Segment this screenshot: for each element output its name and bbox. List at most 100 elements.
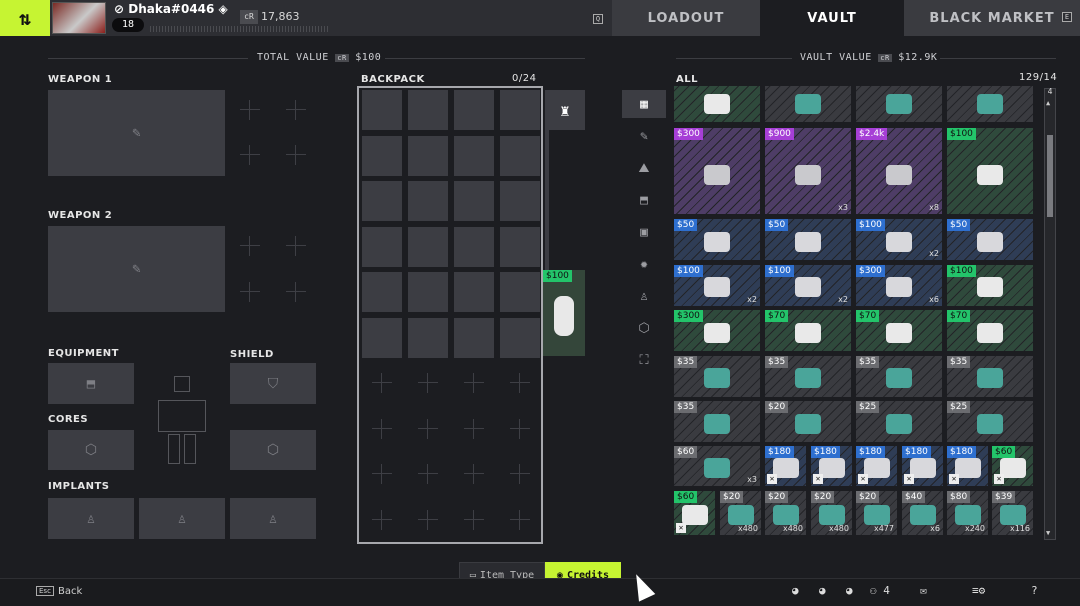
avatar[interactable] — [52, 2, 106, 34]
backpack-cell[interactable] — [362, 317, 402, 358]
attachment-slot[interactable] — [240, 236, 260, 256]
tab-black-market[interactable]: BLACK MARKET — [904, 0, 1080, 36]
category-consumables[interactable]: ▣ — [622, 218, 666, 246]
scroll-down-icon[interactable]: ▼ — [1046, 529, 1050, 537]
vault-item[interactable]: $39 x116 — [992, 491, 1033, 535]
vault-item[interactable]: $900 x3 — [765, 128, 851, 214]
vault-item[interactable]: $70 — [947, 310, 1033, 351]
backpack-cell[interactable] — [362, 181, 402, 221]
attachment-slot[interactable] — [240, 145, 260, 165]
backpack-grid[interactable] — [357, 86, 543, 544]
vault-item[interactable]: $20 x480 — [765, 491, 806, 535]
backpack-locked-cell[interactable] — [418, 373, 438, 393]
backpack-locked-cell[interactable] — [464, 509, 484, 530]
backpack-locked-cell[interactable] — [464, 418, 484, 439]
backpack-cell[interactable] — [454, 135, 494, 176]
backpack-cell[interactable] — [408, 272, 448, 312]
vault-item[interactable]: $35 — [674, 401, 760, 442]
backpack-locked-cell[interactable] — [418, 418, 438, 439]
backpack-locked-cell[interactable] — [510, 418, 530, 439]
category-valuables[interactable]: ✹ — [622, 250, 666, 278]
backpack-locked-cell[interactable] — [372, 373, 392, 393]
vault-item[interactable]: $40 x6 — [902, 491, 943, 535]
category-weapons[interactable]: ✎ — [622, 122, 666, 150]
backpack-cell[interactable] — [454, 272, 494, 312]
backpack-cell[interactable] — [454, 90, 494, 130]
attachment-slot[interactable] — [286, 282, 306, 302]
backpack-cell[interactable] — [500, 272, 540, 312]
vault-item[interactable]: $70 — [765, 310, 851, 351]
backpack-cell[interactable] — [362, 135, 402, 176]
vault-item[interactable]: $20 — [765, 401, 851, 442]
backpack-locked-cell[interactable] — [372, 464, 392, 484]
squad-icon[interactable]: ⚇ 4 — [870, 584, 890, 597]
vault-item[interactable] — [674, 86, 760, 122]
core-slot-2[interactable]: ⬡ — [230, 430, 316, 470]
vault-item[interactable]: $100 x2 — [856, 219, 942, 260]
category-implants[interactable]: ♙ — [622, 282, 666, 310]
equipment-slot[interactable]: ⬒ — [48, 363, 134, 404]
implant-slot-3[interactable]: ♙ — [230, 498, 316, 539]
backpack-cell[interactable] — [408, 135, 448, 176]
weapon2-slot[interactable]: ✎ — [48, 226, 225, 312]
tab-vault[interactable]: VAULT — [760, 0, 904, 36]
squad-member-icon[interactable]: ◕ — [819, 584, 826, 597]
backpack-cell[interactable] — [454, 181, 494, 221]
backpack-cell[interactable] — [500, 181, 540, 221]
vault-item[interactable]: $35 — [856, 355, 942, 397]
vault-item[interactable]: $60 x3 — [674, 446, 760, 486]
backpack-cell[interactable] — [500, 135, 540, 176]
vault-item[interactable]: $180 ✕ — [856, 446, 897, 486]
vault-item[interactable]: $25 — [856, 401, 942, 442]
back-button[interactable]: Back — [58, 586, 82, 597]
vault-item[interactable]: $20 x477 — [856, 491, 897, 535]
vault-item[interactable] — [765, 86, 851, 122]
backpack-cell[interactable] — [362, 226, 402, 267]
vault-item[interactable]: $180 ✕ — [811, 446, 852, 486]
vault-item[interactable] — [856, 86, 942, 122]
backpack-locked-cell[interactable] — [510, 464, 530, 484]
vault-item[interactable]: $180 ✕ — [902, 446, 943, 486]
category-all[interactable]: ▦ — [622, 90, 666, 118]
attachment-slot[interactable] — [286, 236, 306, 256]
vault-item[interactable]: $60 ✕ — [992, 446, 1033, 486]
backpack-locked-cell[interactable] — [372, 418, 392, 439]
category-cosmetics[interactable]: ⛶ — [622, 346, 666, 374]
shield-slot[interactable]: ⛉ — [230, 363, 316, 404]
vault-item[interactable]: $35 — [674, 355, 760, 397]
vault-item[interactable]: $100 — [947, 264, 1033, 306]
squad-member-icon[interactable]: ◕ — [846, 584, 853, 597]
category-equipment[interactable]: ⬒ — [622, 186, 666, 214]
backpack-cell[interactable] — [362, 90, 402, 130]
vault-item[interactable]: $60 ✕ — [674, 491, 715, 535]
vault-item[interactable]: $100 x2 — [674, 264, 760, 306]
vault-item[interactable]: $300 — [674, 310, 760, 351]
vault-item[interactable]: $70 — [856, 310, 942, 351]
vault-item[interactable]: $35 — [947, 355, 1033, 397]
vault-item[interactable]: $50 — [674, 219, 760, 260]
armor-slot[interactable]: ♜ — [545, 90, 585, 130]
implant-slot-1[interactable]: ♙ — [48, 498, 134, 539]
vault-item[interactable]: $35 — [765, 355, 851, 397]
scroll-thumb[interactable] — [1047, 135, 1053, 217]
vault-item[interactable]: $50 — [947, 219, 1033, 260]
vault-item[interactable]: $300 x6 — [856, 264, 942, 306]
vault-item[interactable]: $100 x2 — [765, 264, 851, 306]
vault-item[interactable]: $20 x480 — [811, 491, 852, 535]
vault-item[interactable]: $25 — [947, 401, 1033, 442]
help-icon[interactable]: ? — [1031, 584, 1038, 597]
squad-member-icon[interactable]: ◕ — [792, 584, 799, 597]
backpack-cell[interactable] — [500, 226, 540, 267]
vault-grid[interactable]: $300 $900 x3 $2.4k x8 $100 $50 $50 $100 x2 $50 $100… — [674, 86, 1038, 542]
backpack-locked-cell[interactable] — [372, 509, 392, 530]
vault-item[interactable]: $20 x480 — [720, 491, 761, 535]
vault-item[interactable]: $180 ✕ — [947, 446, 988, 486]
vault-item[interactable]: $300 — [674, 128, 760, 214]
backpack-cell[interactable] — [408, 181, 448, 221]
backpack-cell[interactable] — [362, 272, 402, 312]
runner-shell-slot[interactable]: $100 — [543, 270, 585, 356]
swap-icon[interactable]: ⇅ — [0, 0, 50, 36]
attachment-slot[interactable] — [286, 145, 306, 165]
backpack-cell[interactable] — [454, 317, 494, 358]
implant-slot-2[interactable]: ♙ — [139, 498, 225, 539]
